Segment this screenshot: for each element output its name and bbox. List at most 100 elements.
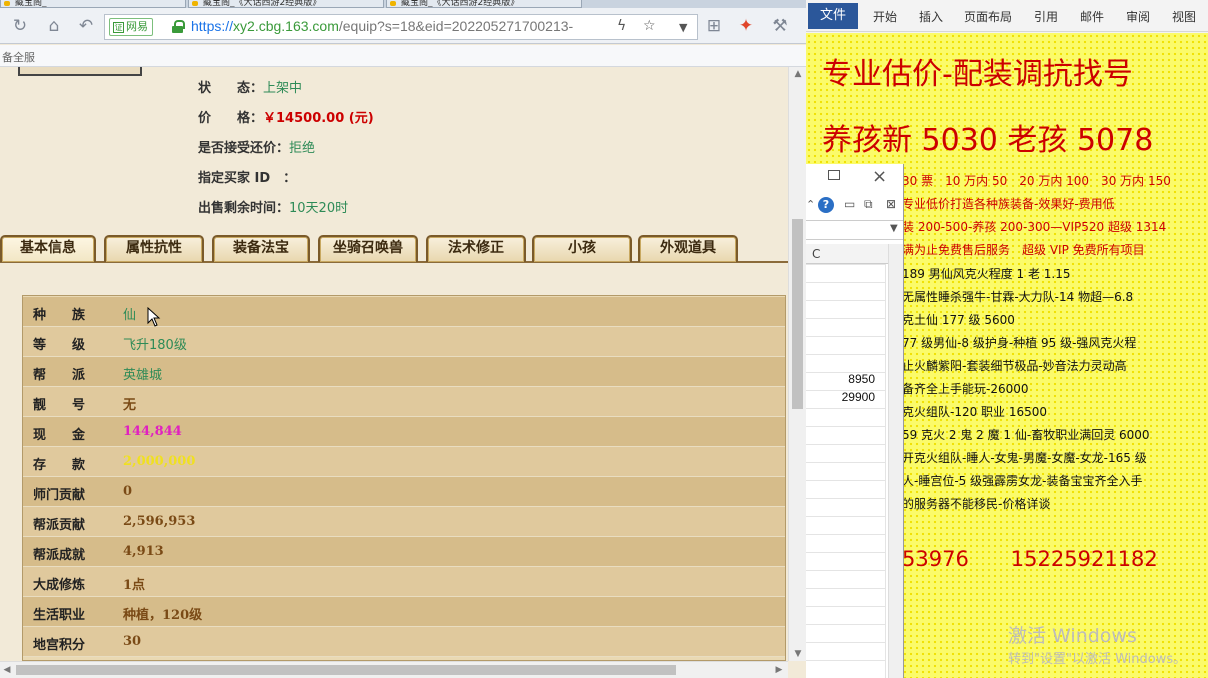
attribute-value: 1点	[123, 578, 146, 593]
vertical-scrollbar[interactable]: ▲ ▼	[788, 67, 806, 661]
maximize-icon[interactable]	[828, 170, 840, 180]
tab-favicon-icon	[390, 1, 396, 6]
price-row: 价 格：￥14500.00 (元)	[198, 111, 374, 126]
attribute-label: 存 款	[33, 458, 86, 473]
contact-number: 53976 15225921182	[902, 547, 1158, 571]
browser-tab[interactable]: 藏宝阁_《大话西游2经典版》	[188, 0, 384, 8]
scroll-up-icon[interactable]: ▲	[789, 67, 806, 81]
ribbon-tab-references[interactable]: 引用	[1034, 8, 1058, 25]
horizontal-scrollbar[interactable]: ◀ ▶	[0, 661, 788, 678]
minimize-icon[interactable]: ▭	[844, 197, 855, 211]
restore-icon[interactable]: ⧉	[864, 197, 873, 212]
browser-window: 藏宝阁_ 藏宝阁_《大话西游2经典版》 藏宝阁_《大话西游2经典版》 ↻ ⌂ ↶…	[0, 0, 806, 678]
attribute-label: 等 级	[33, 338, 86, 353]
ribbon-tab-view[interactable]: 视图	[1172, 8, 1196, 25]
bargain-row: 是否接受还价：拒绝	[198, 141, 316, 156]
chevron-up-icon[interactable]: ⌃	[806, 198, 815, 211]
attribute-row: 帮 派 英雄城	[23, 357, 785, 387]
attribute-row: 现 金 144,844	[23, 417, 785, 447]
tab-equipment[interactable]: 装备法宝	[212, 235, 310, 262]
formula-bar[interactable]: ▼	[806, 220, 903, 240]
attribute-row: 生活职业 种植，120级	[23, 597, 785, 627]
scroll-down-icon[interactable]: ▼	[789, 647, 806, 661]
attribute-value: 仙	[123, 308, 137, 323]
tab-favicon-icon	[192, 1, 198, 6]
attribute-row: 等 级 飞升180级	[23, 327, 785, 357]
doc-line: 开克火组队-睡人-女鬼-男魔-女魔-女龙-165 级	[902, 451, 1147, 465]
headline-2: 养孩新 5030 老孩 5078	[822, 123, 1154, 158]
cell-grid[interactable]: 8950 29900	[806, 264, 886, 678]
dropdown-arrow-icon[interactable]: ▼	[679, 21, 687, 34]
time-remaining-row: 出售剩余时间：10天20时	[198, 201, 349, 216]
tab-attributes[interactable]: 属性抗性	[104, 235, 204, 262]
doc-line: 克土仙 177 级 5600	[902, 313, 1015, 327]
ribbon-tab-home[interactable]: 开始	[873, 8, 897, 25]
browser-tab[interactable]: 藏宝阁_《大话西游2经典版》	[386, 0, 582, 8]
attribute-label: 帮派成就	[33, 548, 86, 563]
vertical-scrollbar[interactable]	[888, 244, 903, 678]
attribute-row: 种 族仙	[23, 297, 785, 327]
excel-toolbar: ⌃ ? ▭ ⧉ ⊠	[806, 194, 903, 216]
attribute-panel: 种 族 仙等 级 飞升180级帮 派 英雄城靓 号 无现 金 144,844 存 款 2,00…	[22, 295, 786, 661]
scrollbar-thumb[interactable]	[792, 219, 803, 409]
tab-appearance[interactable]: 外观道具	[638, 235, 738, 262]
attribute-label: 现 金	[33, 428, 86, 443]
ribbon-tab-file[interactable]: 文件	[808, 3, 858, 29]
scroll-right-icon[interactable]: ▶	[772, 662, 786, 678]
lightning-icon[interactable]: ϟ	[617, 18, 626, 34]
tab-basic-info[interactable]: 基本信息	[0, 235, 96, 262]
excel-titlebar: ×	[806, 164, 903, 192]
game-controller-icon[interactable]: ✦	[734, 14, 758, 38]
attribute-row: 师门贡献 0	[23, 477, 785, 507]
browser-toolbar: ↻ ⌂ ↶ 证网易 https://xy2.cbg.163.com/equip?…	[0, 8, 806, 44]
doc-line: 人-睡宫位-5 级强霹雳女龙-装备宝宝齐全入手	[902, 474, 1143, 488]
excel-window: × ⌃ ? ▭ ⧉ ⊠ ▼ C 8950 29900	[806, 164, 904, 678]
bookmark-item[interactable]: 备全服	[2, 49, 35, 65]
ribbon-tab-insert[interactable]: 插入	[919, 8, 943, 25]
page-content: 状 态：上架中 价 格：￥14500.00 (元) 是否接受还价：拒绝 指定买家…	[0, 67, 788, 661]
doc-line: 备齐全上手能玩-26000	[902, 382, 1029, 396]
tab-children[interactable]: 小孩	[532, 235, 632, 262]
ribbon-tab-layout[interactable]: 页面布局	[964, 8, 1012, 25]
help-icon[interactable]: ?	[818, 197, 834, 213]
attribute-label: 师门贡献	[33, 488, 86, 503]
back-icon[interactable]: ↶	[74, 14, 98, 38]
headline-1: 专业估价-配装调抗找号	[822, 57, 1133, 92]
attribute-label: 帮 派	[33, 368, 86, 383]
close-icon[interactable]: ×	[872, 166, 887, 187]
security-badge[interactable]: 证网易	[109, 18, 153, 36]
attribute-row: 存 款 2,000,000	[23, 447, 785, 477]
attribute-row: 地宫积分 30	[23, 627, 785, 657]
doc-line: 满为止免费售后服务 超级 VIP 免费所有项目	[902, 243, 1145, 257]
browser-tab[interactable]: 藏宝阁_	[0, 0, 186, 8]
grid-icon[interactable]: ⊞	[702, 14, 726, 38]
doc-line: 克火组队-120 职业 16500	[902, 405, 1048, 419]
attribute-value: 飞升180级	[123, 338, 187, 353]
cell-value[interactable]: 8950	[848, 372, 875, 386]
attribute-label: 靓 号	[33, 398, 86, 413]
refresh-icon[interactable]: ↻	[8, 14, 32, 38]
star-icon[interactable]: ☆	[643, 18, 656, 34]
attribute-value: 2,596,953	[123, 514, 196, 529]
mouse-cursor-icon	[147, 307, 161, 327]
wrench-icon[interactable]: ⚒	[768, 14, 792, 38]
tab-spell-correction[interactable]: 法术修正	[426, 235, 526, 262]
cell-value[interactable]: 29900	[842, 390, 875, 404]
close-icon[interactable]: ⊠	[886, 197, 896, 211]
game-tab-bar: 基本信息 属性抗性 装备法宝 坐骑召唤兽 法术修正 小孩 外观道具	[0, 235, 788, 263]
ribbon-tab-mailings[interactable]: 邮件	[1080, 8, 1104, 25]
scroll-left-icon[interactable]: ◀	[0, 662, 14, 678]
attribute-value: 2,000,000	[123, 454, 196, 469]
lock-icon[interactable]	[172, 20, 185, 33]
attribute-label: 种 族	[33, 308, 86, 323]
home-icon[interactable]: ⌂	[42, 14, 66, 38]
address-bar[interactable]: 证网易 https://xy2.cbg.163.com/equip?s=18&e…	[104, 14, 698, 40]
doc-line: 189 男仙风克火程度 1 老 1.15	[902, 267, 1071, 281]
tab-mounts-summons[interactable]: 坐骑召唤兽	[318, 235, 418, 262]
scrollbar-thumb[interactable]	[16, 665, 676, 675]
url-text[interactable]: https://xy2.cbg.163.com/equip?s=18&eid=2…	[191, 18, 573, 34]
attribute-label: 大成修炼	[33, 578, 86, 593]
ribbon-tab-review[interactable]: 审阅	[1126, 8, 1150, 25]
dropdown-arrow-icon[interactable]: ▼	[890, 223, 898, 234]
activation-watermark-title: 激活 Windows	[1008, 625, 1137, 647]
